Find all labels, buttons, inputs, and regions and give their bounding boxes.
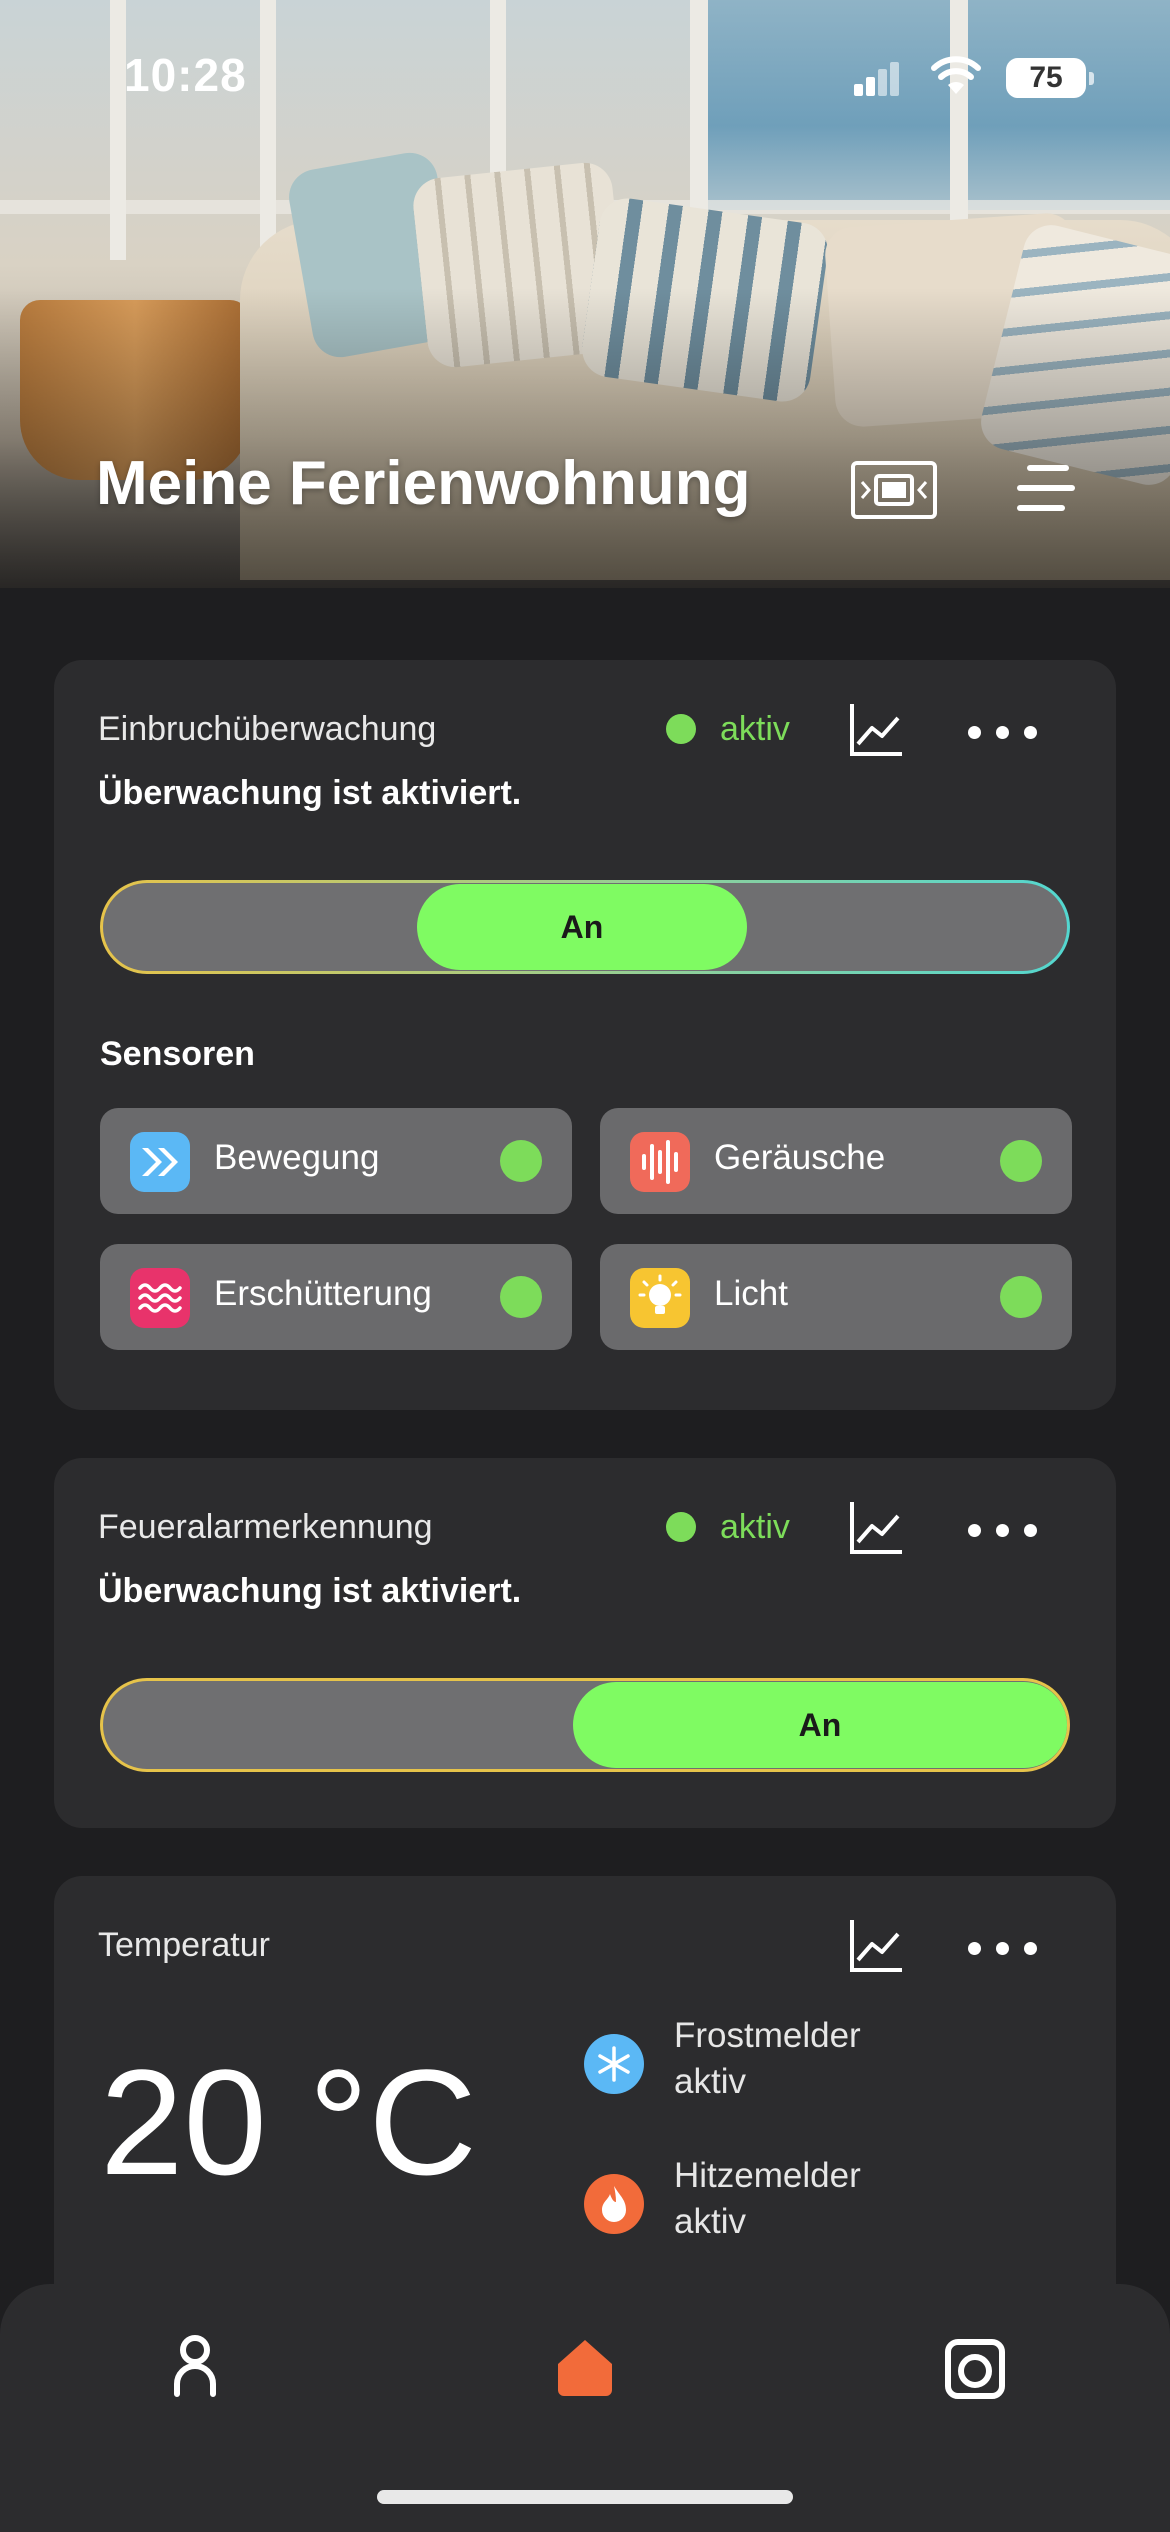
fire-subtitle: Überwachung ist aktiviert.: [98, 1572, 522, 1610]
more-options-icon[interactable]: [968, 1520, 1038, 1540]
wifi-icon: [931, 56, 981, 94]
profile-icon[interactable]: [150, 2324, 240, 2414]
status-dot: [666, 1512, 696, 1542]
intrusion-subtitle: Überwachung ist aktiviert.: [98, 774, 522, 812]
sensor-label: Bewegung: [214, 1138, 380, 1177]
sensor-vibration[interactable]: Erschütterung: [100, 1244, 572, 1350]
more-options-icon[interactable]: [968, 1938, 1038, 1958]
toggle-knob[interactable]: An: [573, 1682, 1067, 1768]
lightbulb-icon: [630, 1268, 690, 1328]
chart-icon[interactable]: [846, 1916, 906, 1976]
motion-icon: [130, 1132, 190, 1192]
detector-state: aktiv: [674, 2202, 746, 2241]
sensors-label: Sensoren: [100, 1035, 255, 1073]
menu-icon[interactable]: [1016, 460, 1076, 516]
snowflake-icon: [584, 2034, 644, 2094]
temperature-title: Temperatur: [98, 1926, 270, 1964]
fire-title: Feueralarmerkennung: [98, 1508, 433, 1546]
fire-status: aktiv: [720, 1508, 790, 1546]
fire-toggle[interactable]: An: [100, 1678, 1070, 1772]
home-indicator: [377, 2490, 793, 2504]
sensor-label: Erschütterung: [214, 1274, 432, 1313]
chart-icon[interactable]: [846, 700, 906, 760]
camera-icon[interactable]: [930, 2324, 1020, 2414]
page-title: Meine Ferienwohnung: [96, 449, 751, 518]
flame-icon: [584, 2174, 644, 2234]
sound-wave-icon: [630, 1132, 690, 1192]
temperature-value: 20 °C: [100, 2038, 477, 2206]
intrusion-toggle[interactable]: An: [100, 880, 1070, 974]
sensor-status-dot: [500, 1140, 542, 1182]
chart-icon[interactable]: [846, 1498, 906, 1558]
detector-name: Frostmelder: [674, 2016, 861, 2055]
toggle-knob[interactable]: An: [417, 884, 747, 970]
vibration-icon: [130, 1268, 190, 1328]
display-mode-icon[interactable]: [850, 460, 938, 520]
temperature-card: Temperatur 20 °C Frostmelder aktiv Hitze…: [54, 1876, 1116, 2336]
sensor-status-dot: [1000, 1276, 1042, 1318]
sensor-label: Geräusche: [714, 1138, 886, 1177]
fire-card: Feueralarmerkennung aktiv Überwachung is…: [54, 1458, 1116, 1828]
detector-name: Hitzemelder: [674, 2156, 861, 2195]
battery-indicator: 75: [1006, 58, 1094, 98]
sensor-status-dot: [1000, 1140, 1042, 1182]
sensor-light[interactable]: Licht: [600, 1244, 1072, 1350]
status-bar: 10:28 75: [0, 0, 1170, 140]
status-dot: [666, 714, 696, 744]
more-options-icon[interactable]: [968, 722, 1038, 742]
intrusion-card: Einbruchüberwachung aktiv Überwachung is…: [54, 660, 1116, 1410]
home-icon[interactable]: [540, 2324, 630, 2414]
intrusion-status: aktiv: [720, 710, 790, 748]
detector-state: aktiv: [674, 2062, 746, 2101]
sensor-sound[interactable]: Geräusche: [600, 1108, 1072, 1214]
cellular-signal-icon: [854, 62, 900, 96]
sensor-status-dot: [500, 1276, 542, 1318]
status-time: 10:28: [124, 49, 247, 101]
intrusion-title: Einbruchüberwachung: [98, 710, 437, 748]
sensor-label: Licht: [714, 1274, 788, 1313]
sensor-motion[interactable]: Bewegung: [100, 1108, 572, 1214]
